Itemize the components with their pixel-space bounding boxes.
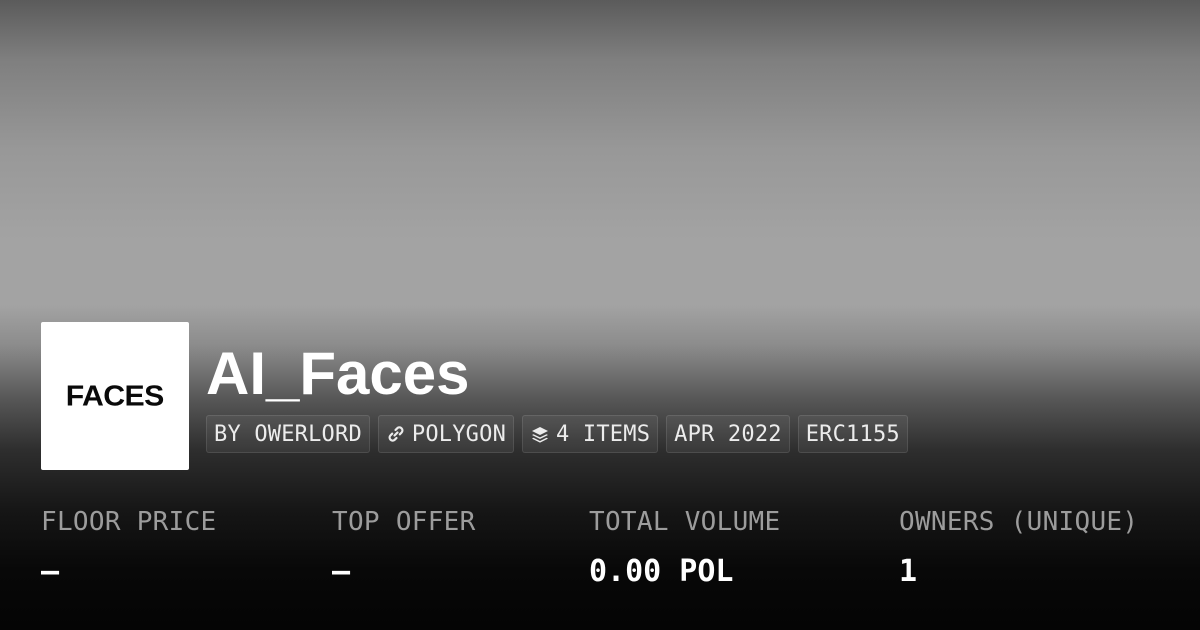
date-tag-label: APR 2022 [674, 421, 782, 447]
items-tag: 4 ITEMS [522, 415, 659, 453]
chain-tag-label: POLYGON [411, 421, 507, 447]
total-volume-label: TOTAL VOLUME [589, 507, 781, 537]
items-tag-label: 4 ITEMS [556, 421, 651, 447]
owners-value: 1 [899, 554, 918, 589]
collection-tags: BY OWERLORD POLYGON 4 ITEMS APR 2022 ERC… [206, 415, 908, 453]
total-volume-value: 0.00 POL [589, 554, 734, 589]
floor-price-value: – [41, 554, 60, 589]
creator-tag: BY OWERLORD [206, 415, 370, 453]
date-tag: APR 2022 [666, 415, 790, 453]
top-offer-value: – [332, 554, 351, 589]
layers-icon [530, 424, 550, 444]
collection-logo-text: FACES [65, 379, 165, 412]
collection-title: AI_Faces [206, 340, 470, 407]
chain-tag: POLYGON [377, 415, 515, 453]
collection-share-card: FACES AI_Faces BY OWERLORD POLYGON 4 ITE… [0, 0, 1200, 630]
token-standard-tag-label: ERC1155 [805, 421, 900, 447]
token-standard-tag: ERC1155 [797, 415, 908, 453]
top-offer-label: TOP OFFER [332, 507, 476, 537]
floor-price-label: FLOOR PRICE [41, 507, 217, 537]
owners-label: OWNERS (UNIQUE) [899, 507, 1139, 537]
creator-tag-label: BY OWERLORD [214, 421, 362, 447]
collection-logo: FACES [41, 322, 189, 470]
link-icon [386, 424, 406, 444]
